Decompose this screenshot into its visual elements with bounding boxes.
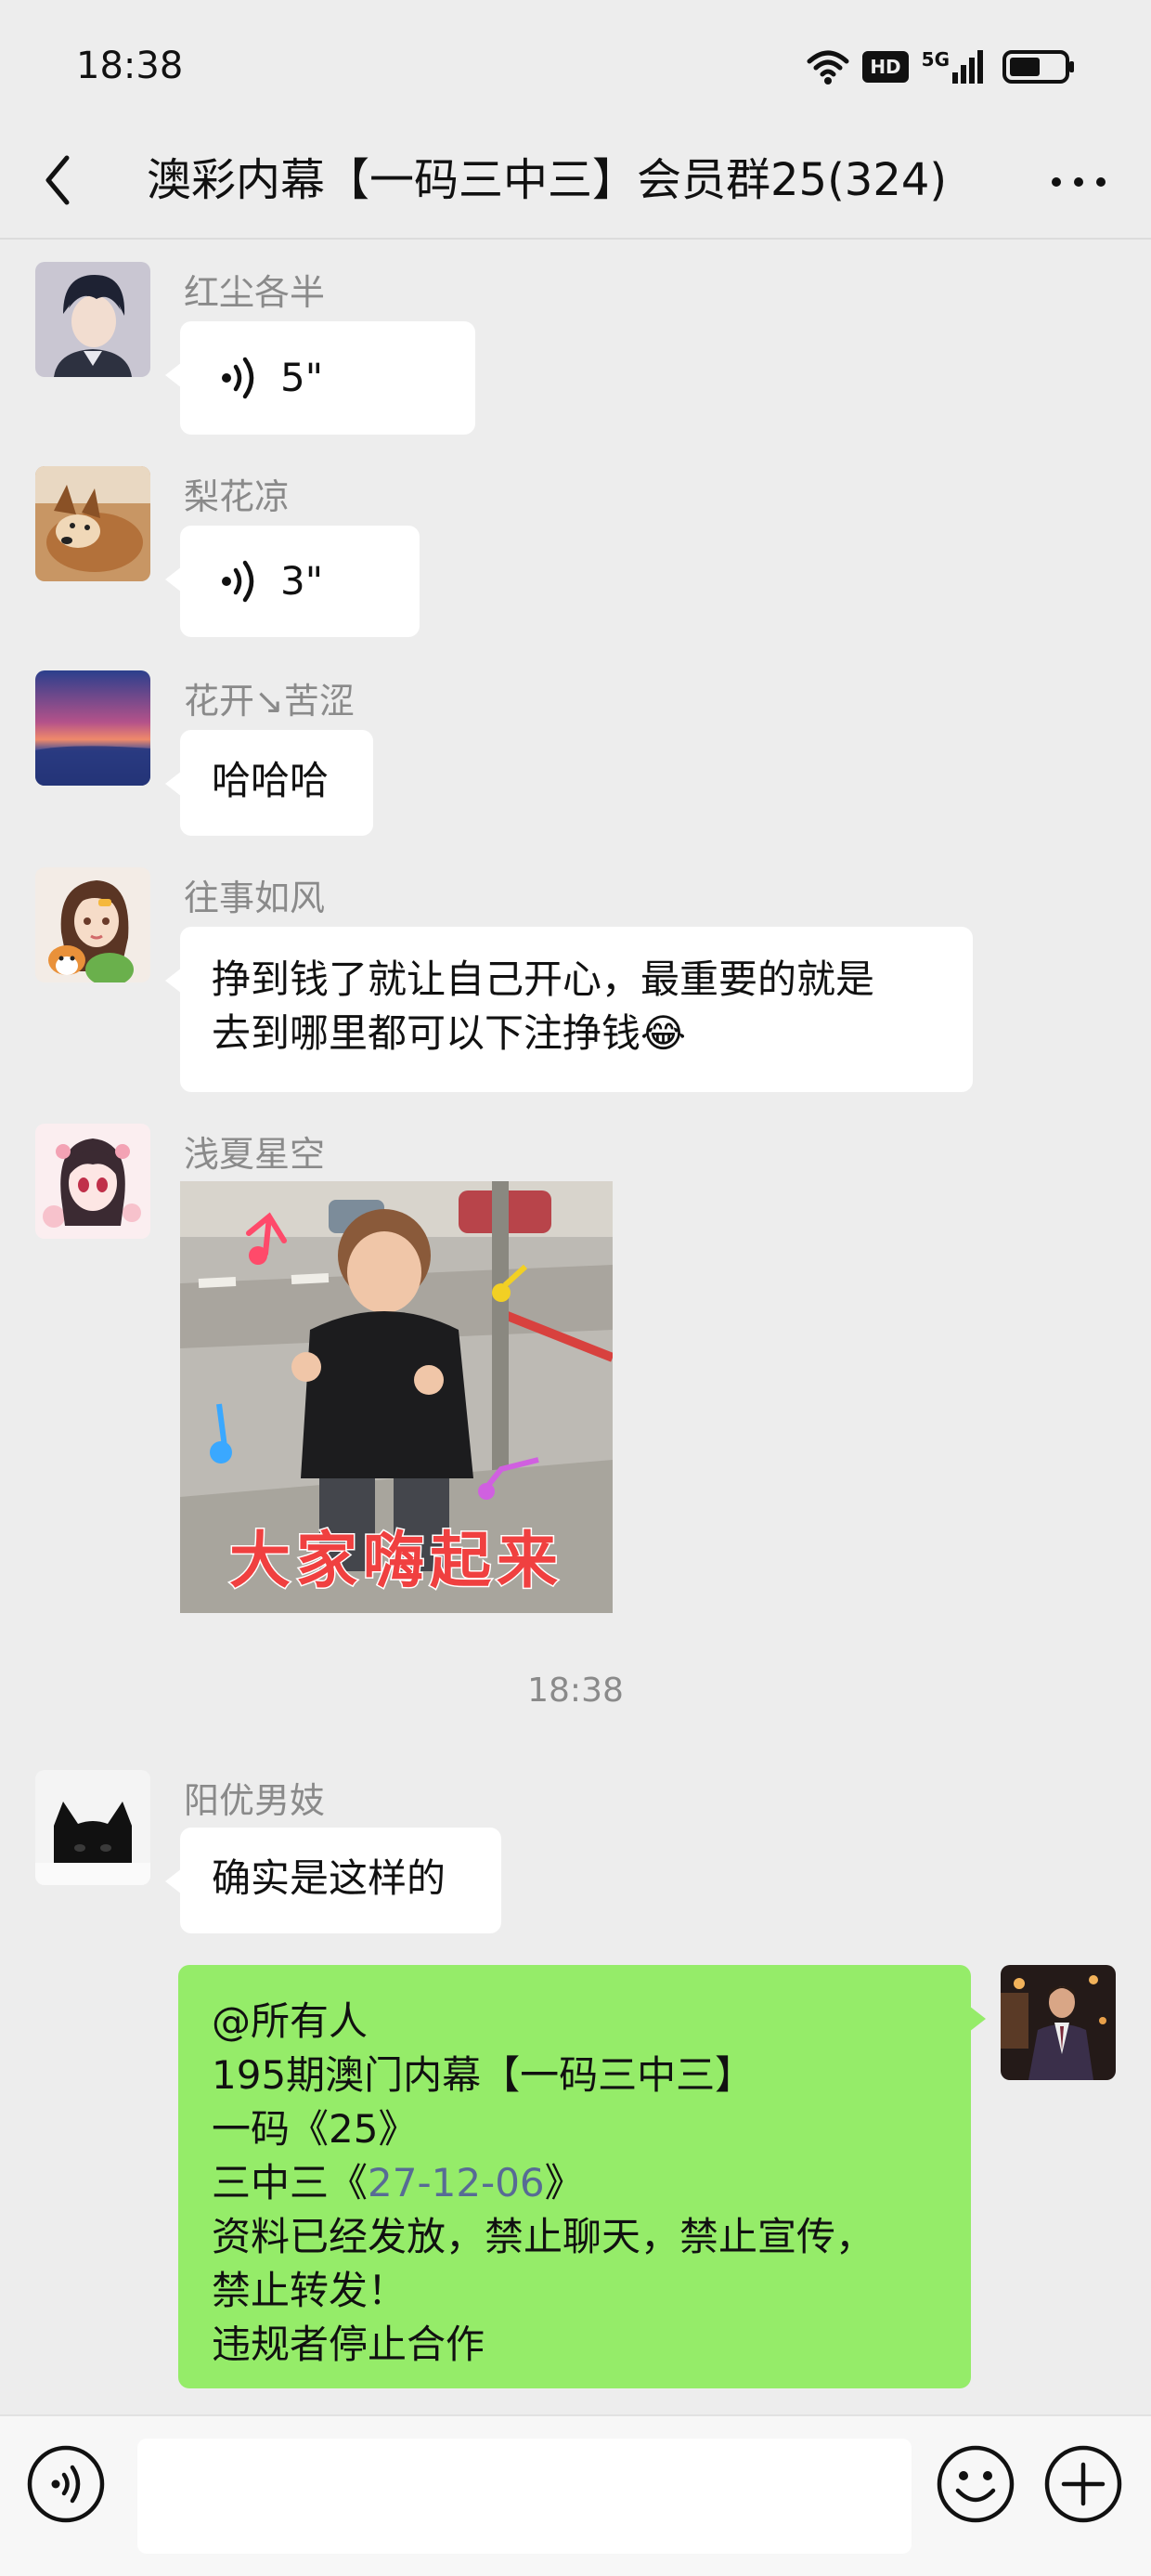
sticker-caption: 大家嗨起来: [228, 1524, 563, 1598]
message-text-line: 三中三《27-12-06》: [212, 2156, 971, 2210]
text-fragment: 》: [544, 2160, 584, 2205]
chevron-left-icon: [45, 155, 70, 205]
number-link[interactable]: 27-12-06: [368, 2160, 545, 2205]
message-text-line: 违规者停止合作: [212, 2322, 485, 2367]
avatar[interactable]: [35, 1124, 150, 1239]
voice-wave-icon: [222, 357, 254, 399]
battery-icon: [1002, 50, 1074, 84]
sender-name: 花开↘苦涩: [184, 681, 355, 722]
avatar[interactable]: [35, 1770, 150, 1885]
message-text: 确实是这样的: [212, 1855, 446, 1901]
message-text-line: 195期澳门内幕【一码三中三】: [212, 2052, 755, 2098]
laughing-emoji-icon: 😂: [640, 1010, 687, 1056]
sender-name: 红尘各半: [184, 272, 326, 313]
back-button[interactable]: [35, 143, 100, 217]
emoji-icon: [937, 2445, 1015, 2523]
nav-bar: 澳彩内幕【一码三中三】会员群25(324): [0, 121, 1151, 240]
voice-message[interactable]: 3": [165, 526, 420, 637]
voice-wave-icon: [222, 560, 254, 603]
text-message[interactable]: 挣到钱了就让自己开心，最重要的就是 去到哪里都可以下注挣钱😂: [165, 927, 973, 1092]
chat-title: 澳彩内幕【一码三中三】会员群25(324): [147, 154, 948, 206]
wifi-icon: [807, 50, 849, 85]
message-text-line: @所有人: [212, 1998, 369, 2044]
message-text-line: 挣到钱了就让自己开心，最重要的就是: [212, 956, 875, 1002]
avatar[interactable]: [35, 466, 150, 581]
text-message[interactable]: 哈哈哈: [165, 730, 373, 836]
sticker-message[interactable]: 大家嗨起来: [180, 1181, 613, 1613]
timestamp: 18:38: [527, 1672, 624, 1710]
message-text: 哈哈哈: [212, 758, 330, 803]
voice-message[interactable]: 5": [165, 321, 475, 435]
voice-duration: 5": [280, 355, 324, 400]
network-label: 5G: [921, 48, 950, 71]
message-input[interactable]: [137, 2439, 912, 2554]
text-message[interactable]: 确实是这样的: [165, 1828, 501, 1933]
more-button[interactable]: [1041, 143, 1116, 217]
nav-divider: [0, 238, 1151, 240]
avatar[interactable]: [35, 262, 150, 377]
plus-button[interactable]: [1043, 2444, 1123, 2524]
own-avatar[interactable]: [1001, 1965, 1116, 2080]
text-fragment: 三中三《: [212, 2160, 369, 2205]
message-text-line: 去到哪里都可以下注挣钱: [212, 1010, 641, 1056]
voice-input-icon: [27, 2445, 105, 2523]
sender-name: 阳优男妓: [184, 1780, 326, 1821]
plus-icon: [1044, 2445, 1122, 2523]
emoji-button[interactable]: [936, 2444, 1015, 2524]
more-icon: [1052, 177, 1106, 187]
status-icons: HD 5G: [807, 46, 1077, 87]
input-bar: [0, 2414, 1151, 2576]
hd-icon: HD: [862, 51, 909, 83]
sender-name: 往事如风: [184, 878, 326, 918]
message-text-line: 一码《25》: [212, 2106, 418, 2152]
signal-icon: 5G: [922, 50, 984, 84]
sender-name: 梨花凉: [184, 476, 291, 517]
message-text-line: 禁止转发！: [212, 2268, 407, 2313]
voice-duration: 3": [280, 558, 324, 604]
message-text-line: 资料已经发放，禁止聊天，禁止宣传，: [212, 2214, 875, 2259]
avatar[interactable]: [35, 867, 150, 982]
status-bar: 18:38 HD 5G: [0, 0, 1151, 121]
avatar[interactable]: [35, 670, 150, 786]
voice-input-button[interactable]: [26, 2444, 106, 2524]
own-text-message[interactable]: @所有人 195期澳门内幕【一码三中三】 一码《25》 三中三《27-12-06…: [178, 1965, 986, 2388]
sender-name: 浅夏星空: [184, 1134, 326, 1175]
status-time: 18:38: [76, 45, 184, 87]
